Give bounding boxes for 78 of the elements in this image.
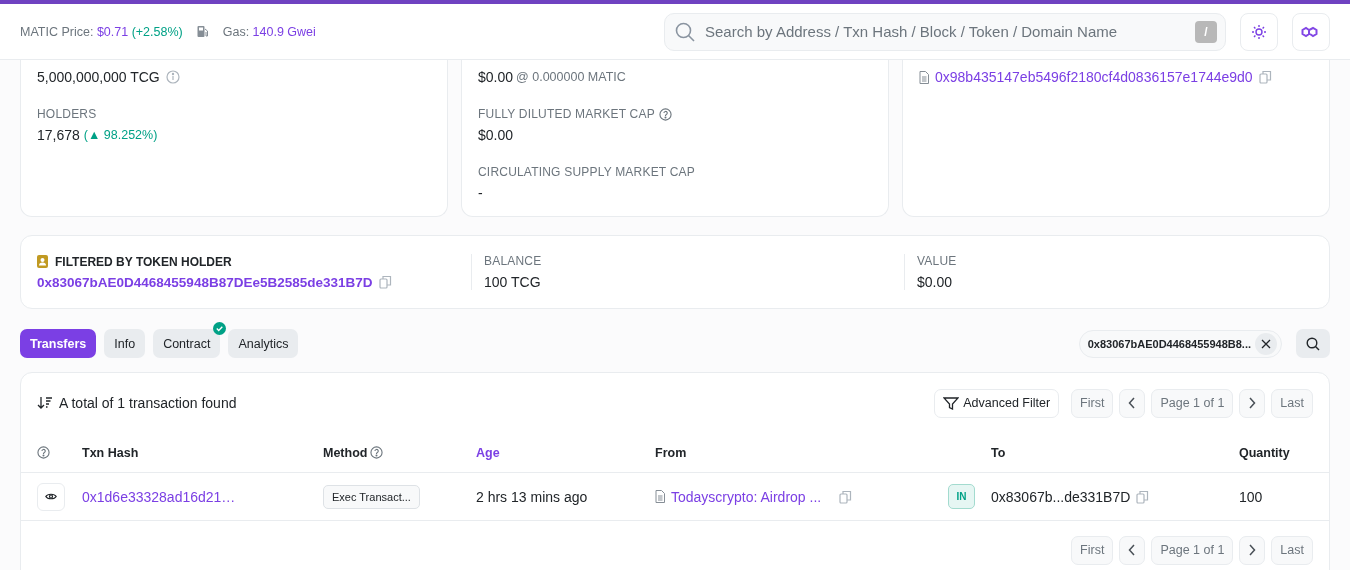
method-tag: Exec Transact... [323,484,420,509]
chevron-right-icon [1248,397,1257,409]
holders-change: (▲ 98.252%) [83,128,158,142]
contract-address-link[interactable]: 0x98b435147eb5496f2180cf4d0836157e1744e9d0 [935,69,1253,85]
sun-icon [1251,23,1267,40]
next-page-button[interactable] [1239,388,1266,418]
tab[interactable]: Analytics [228,329,299,358]
quantity-cell-text: 100 [1239,488,1264,505]
document-icon [919,70,929,84]
close-button[interactable] [1255,332,1277,355]
copy-icon[interactable] [839,489,853,504]
first-page-button[interactable]: First [1071,388,1114,418]
previous-page-button[interactable] [1119,535,1146,565]
page-indicator: Page 1 of 1 [1151,388,1234,418]
column-header: Quantity [1239,445,1290,460]
chevron-left-icon [1128,544,1137,556]
column-header: To [991,445,1006,460]
page-indicator: Page 1 of 1 [1151,535,1234,565]
holder-address-link[interactable]: 0x83067bAE0D4468455948B87DEe5B2585de331B7D [37,274,373,290]
sort-icon [37,396,53,410]
close-icon [1261,338,1271,349]
fdmc-label: FULLY DILUTED MARKET CAP [478,107,655,121]
eye-icon [45,492,57,501]
balance-value: 100 TCG [484,274,542,290]
preview-button[interactable] [37,482,65,511]
next-page-button[interactable] [1239,535,1266,565]
csmc-value: - [478,185,484,201]
network-logo-button[interactable] [1292,12,1330,51]
last-page-button[interactable]: Last [1271,388,1313,418]
tab[interactable]: Contract [153,329,221,358]
csmc-label: CIRCULATING SUPPLY MARKET CAP [478,165,696,179]
fdmc-value: $0.00 [478,127,515,143]
search-icon [1306,336,1320,351]
help-icon [37,446,50,459]
document-icon [655,490,665,503]
token-price: $0.00 [478,69,514,85]
direction-badge: IN [948,484,975,509]
tab[interactable]: Info [104,329,146,358]
balance-label: BALANCE [484,254,543,268]
search-icon [675,21,695,42]
price-text: MATIC Price: $0.71 (+2.58%) [20,24,183,39]
max-supply-text: 5,000,000,000 TCG [37,69,160,85]
transaction-count-text: A total of 1 transaction found [59,395,237,411]
theme-toggle-button[interactable] [1240,12,1278,51]
shortcut-key: / [1195,20,1217,43]
txn-hash-link[interactable]: 0x1d6e33328ad16d21… [82,488,236,505]
age-cell-text: 2 hrs 13 mins ago [476,488,589,505]
contact-book-icon [37,255,49,268]
filter-title: FILTERED BY TOKEN HOLDER [55,254,232,269]
copy-icon[interactable] [378,275,392,289]
column-header: From [655,445,687,460]
chevron-left-icon [1128,397,1137,409]
column-header: Age [476,445,500,460]
first-page-button[interactable]: First [1071,535,1114,565]
holders-count: 17,678 [37,127,80,143]
value-amount: $0.00 [917,274,954,290]
copy-icon[interactable] [1258,70,1272,84]
chevron-right-icon [1248,544,1257,556]
from-address-link[interactable]: Todayscrypto: Airdrop ... [671,488,822,505]
matic-price: @ 0.000000 MATIC [516,70,626,84]
previous-page-button[interactable] [1119,388,1146,418]
search-input[interactable]: Search by Address / Txn Hash / Block / Token / Domain Name [703,22,1187,41]
fuel-pump-icon [196,25,209,38]
column-header: Txn Hash [82,445,139,460]
help-icon [658,107,672,121]
holders-label: HOLDERS [37,107,98,121]
value-label: VALUE [917,254,958,268]
gas-text: Gas: 140.9 Gwei [222,24,316,39]
column-header: Method [323,445,368,460]
filter-chip-text: 0x83067bAE0D4468455948B8... [1087,337,1251,350]
funnel-icon [943,396,960,410]
copy-icon[interactable] [1136,489,1150,504]
tab[interactable]: Transfers [20,329,97,358]
search-button[interactable] [1296,329,1330,358]
last-page-button[interactable]: Last [1271,535,1313,565]
to-address-text: 0x83067b...de331B7D [991,488,1131,505]
info-icon [165,70,180,84]
advanced-filter-button[interactable]: Advanced Filter [934,388,1060,418]
